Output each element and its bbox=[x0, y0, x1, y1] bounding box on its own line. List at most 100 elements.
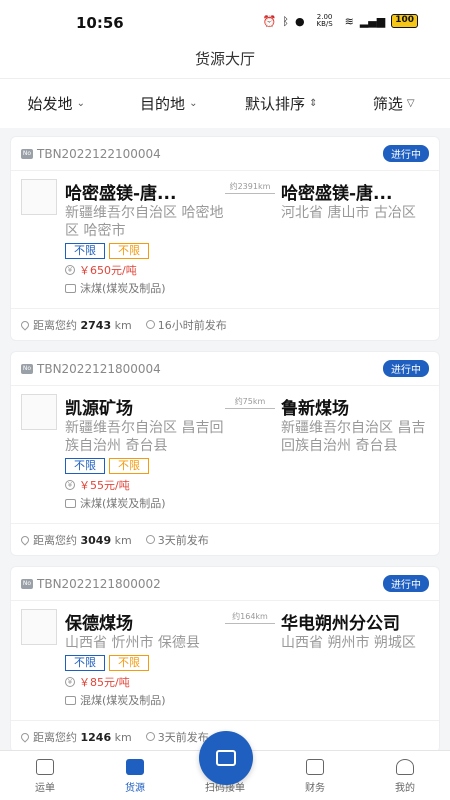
route-distance: 约2391km bbox=[225, 179, 275, 296]
card-header: No TBN2022121800002 进行中 bbox=[11, 567, 439, 601]
goods: 沫煤(煤炭及制品) bbox=[65, 495, 225, 511]
page-title: 货源大厅 bbox=[194, 50, 255, 68]
origin-region: 山西省 忻州市 保德县 bbox=[65, 635, 200, 651]
route-distance-text: 约2391km bbox=[225, 181, 275, 194]
distance-unit: km bbox=[114, 533, 132, 547]
length-tag: 不限 bbox=[109, 458, 149, 474]
posted-info: 3天前发布 bbox=[145, 532, 209, 548]
yuan-icon: ¥ bbox=[65, 677, 75, 687]
destination-name: 华电朔州分公司 bbox=[281, 614, 400, 634]
card-body: 保德煤场 山西省 忻州市 保德县 不限 不限 ¥ ￥85元/吨 混煤(煤炭及制品)… bbox=[11, 601, 439, 712]
price: ¥ ￥55元/吨 bbox=[65, 477, 225, 493]
status-badge: 进行中 bbox=[383, 575, 429, 592]
length-tag: 不限 bbox=[109, 655, 149, 671]
avatar bbox=[21, 609, 57, 645]
vehicle-tag: 不限 bbox=[65, 458, 105, 474]
tab-mine-label: 我的 bbox=[395, 783, 415, 794]
yuan-icon: ¥ bbox=[65, 480, 75, 490]
distance-label: 距离您约 bbox=[33, 730, 77, 744]
price-text: ￥650元/吨 bbox=[79, 264, 137, 277]
filter-destination-label: 目的地 bbox=[140, 95, 186, 113]
card-header: No TBN2022122100004 进行中 bbox=[11, 137, 439, 171]
tab-cargo[interactable]: 货源 bbox=[90, 751, 180, 800]
tab-finance[interactable]: 财务 bbox=[270, 751, 360, 800]
clock-icon bbox=[145, 319, 155, 329]
waybill-icon bbox=[36, 759, 54, 775]
order-number: No TBN2022122100004 bbox=[21, 147, 161, 161]
origin-name: 凯源矿场 bbox=[65, 399, 133, 419]
tag-row: 不限 不限 bbox=[65, 243, 225, 259]
box-icon bbox=[65, 695, 76, 705]
status-icons: ⏰ ᛒ ● 2.00 KB/S ≋ ▂▄▆ 100 bbox=[263, 14, 418, 28]
order-number-text: TBN2022121800002 bbox=[37, 576, 161, 591]
distance-label: 距离您约 bbox=[33, 318, 77, 332]
clock-icon bbox=[145, 534, 155, 544]
card-footer: 距离您约 2743 km 16小时前发布 bbox=[11, 308, 439, 340]
battery-icon: 100 bbox=[391, 14, 418, 28]
posted-text: 3天前发布 bbox=[157, 533, 209, 547]
yuan-icon: ¥ bbox=[65, 265, 75, 275]
scan-icon bbox=[216, 750, 236, 766]
no-icon: No bbox=[21, 148, 33, 159]
price-text: ￥85元/吨 bbox=[79, 676, 130, 689]
destination-name: 鲁新煤场 bbox=[281, 399, 349, 419]
posted-text: 16小时前发布 bbox=[157, 318, 227, 332]
tag-row: 不限 不限 bbox=[65, 458, 225, 474]
signal-icon: ▂▄▆ bbox=[359, 14, 386, 28]
destination-name: 哈密盛镁-唐... bbox=[281, 184, 393, 204]
vehicle-tag: 不限 bbox=[65, 655, 105, 671]
cargo-card[interactable]: No TBN2022121800002 进行中 保德煤场 山西省 忻州市 保德县… bbox=[10, 566, 440, 750]
tab-finance-label: 财务 bbox=[305, 783, 325, 794]
box-icon bbox=[65, 283, 76, 293]
clock-icon bbox=[145, 731, 155, 741]
filter-origin[interactable]: 始发地 ⌄ bbox=[0, 93, 113, 114]
order-number-text: TBN2022122100004 bbox=[37, 146, 161, 161]
route-distance-text: 约164km bbox=[225, 611, 275, 624]
origin: 保德煤场 山西省 忻州市 保德县 不限 不限 ¥ ￥85元/吨 混煤(煤炭及制品) bbox=[65, 609, 225, 708]
avatar bbox=[21, 179, 57, 215]
box-icon bbox=[65, 498, 76, 508]
no-icon: No bbox=[21, 578, 33, 589]
avatar bbox=[21, 394, 57, 430]
card-body: 哈密盛镁-唐... 新疆维吾尔自治区 哈密地区 哈密市 不限 不限 ¥ ￥650元… bbox=[11, 171, 439, 300]
filter-sort[interactable]: 默认排序 ⇕ bbox=[225, 93, 338, 114]
origin: 哈密盛镁-唐... 新疆维吾尔自治区 哈密地区 哈密市 不限 不限 ¥ ￥650元… bbox=[65, 179, 225, 296]
price: ¥ ￥85元/吨 bbox=[65, 674, 225, 690]
filter-sort-label: 默认排序 bbox=[245, 95, 306, 113]
origin-name: 哈密盛镁-唐... bbox=[65, 184, 177, 204]
price: ¥ ￥650元/吨 bbox=[65, 262, 225, 278]
tab-waybill-label: 运单 bbox=[35, 783, 55, 794]
filter-destination[interactable]: 目的地 ⌄ bbox=[113, 93, 226, 114]
filter-screen[interactable]: 筛选 ▽ bbox=[338, 93, 450, 114]
cargo-card[interactable]: No TBN2022122100004 进行中 哈密盛镁-唐... 新疆维吾尔自… bbox=[10, 136, 440, 341]
alarm-icon: ⏰ bbox=[262, 14, 277, 28]
goods-text: 沫煤(煤炭及制品) bbox=[80, 282, 166, 295]
scan-button[interactable] bbox=[199, 731, 253, 785]
origin-region: 新疆维吾尔自治区 哈密地区 哈密市 bbox=[65, 205, 224, 239]
status-time: 10:56 bbox=[76, 14, 124, 32]
cargo-icon bbox=[126, 759, 144, 775]
destination-region: 山西省 朔州市 朔城区 bbox=[281, 635, 416, 651]
bluetooth-icon: ᛒ bbox=[282, 14, 289, 28]
destination: 华电朔州分公司 山西省 朔州市 朔城区 bbox=[275, 609, 429, 708]
origin-name: 保德煤场 bbox=[65, 614, 133, 634]
card-footer: 距离您约 3049 km 3天前发布 bbox=[11, 523, 439, 555]
goods-text: 沫煤(煤炭及制品) bbox=[80, 497, 166, 510]
distance-unit: km bbox=[114, 730, 132, 744]
vehicle-tag: 不限 bbox=[65, 243, 105, 259]
tag-row: 不限 不限 bbox=[65, 655, 225, 671]
tab-waybill[interactable]: 运单 bbox=[0, 751, 90, 800]
distance-value: 1246 bbox=[80, 730, 112, 744]
route-distance: 约75km bbox=[225, 394, 275, 511]
location-pin-icon bbox=[19, 533, 31, 546]
distance-unit: km bbox=[114, 318, 132, 332]
sort-icon: ⇕ bbox=[309, 98, 318, 109]
funnel-icon: ▽ bbox=[406, 98, 415, 109]
posted-info: 16小时前发布 bbox=[145, 317, 227, 333]
location-pin-icon bbox=[19, 318, 31, 331]
cargo-card[interactable]: No TBN2022121800004 进行中 凯源矿场 新疆维吾尔自治区 昌吉… bbox=[10, 351, 440, 556]
destination-region: 河北省 唐山市 古冶区 bbox=[281, 205, 416, 221]
distance-info: 距离您约 2743 km bbox=[19, 317, 132, 333]
tab-mine[interactable]: 我的 bbox=[360, 751, 450, 800]
chevron-down-icon: ⌄ bbox=[189, 98, 198, 109]
